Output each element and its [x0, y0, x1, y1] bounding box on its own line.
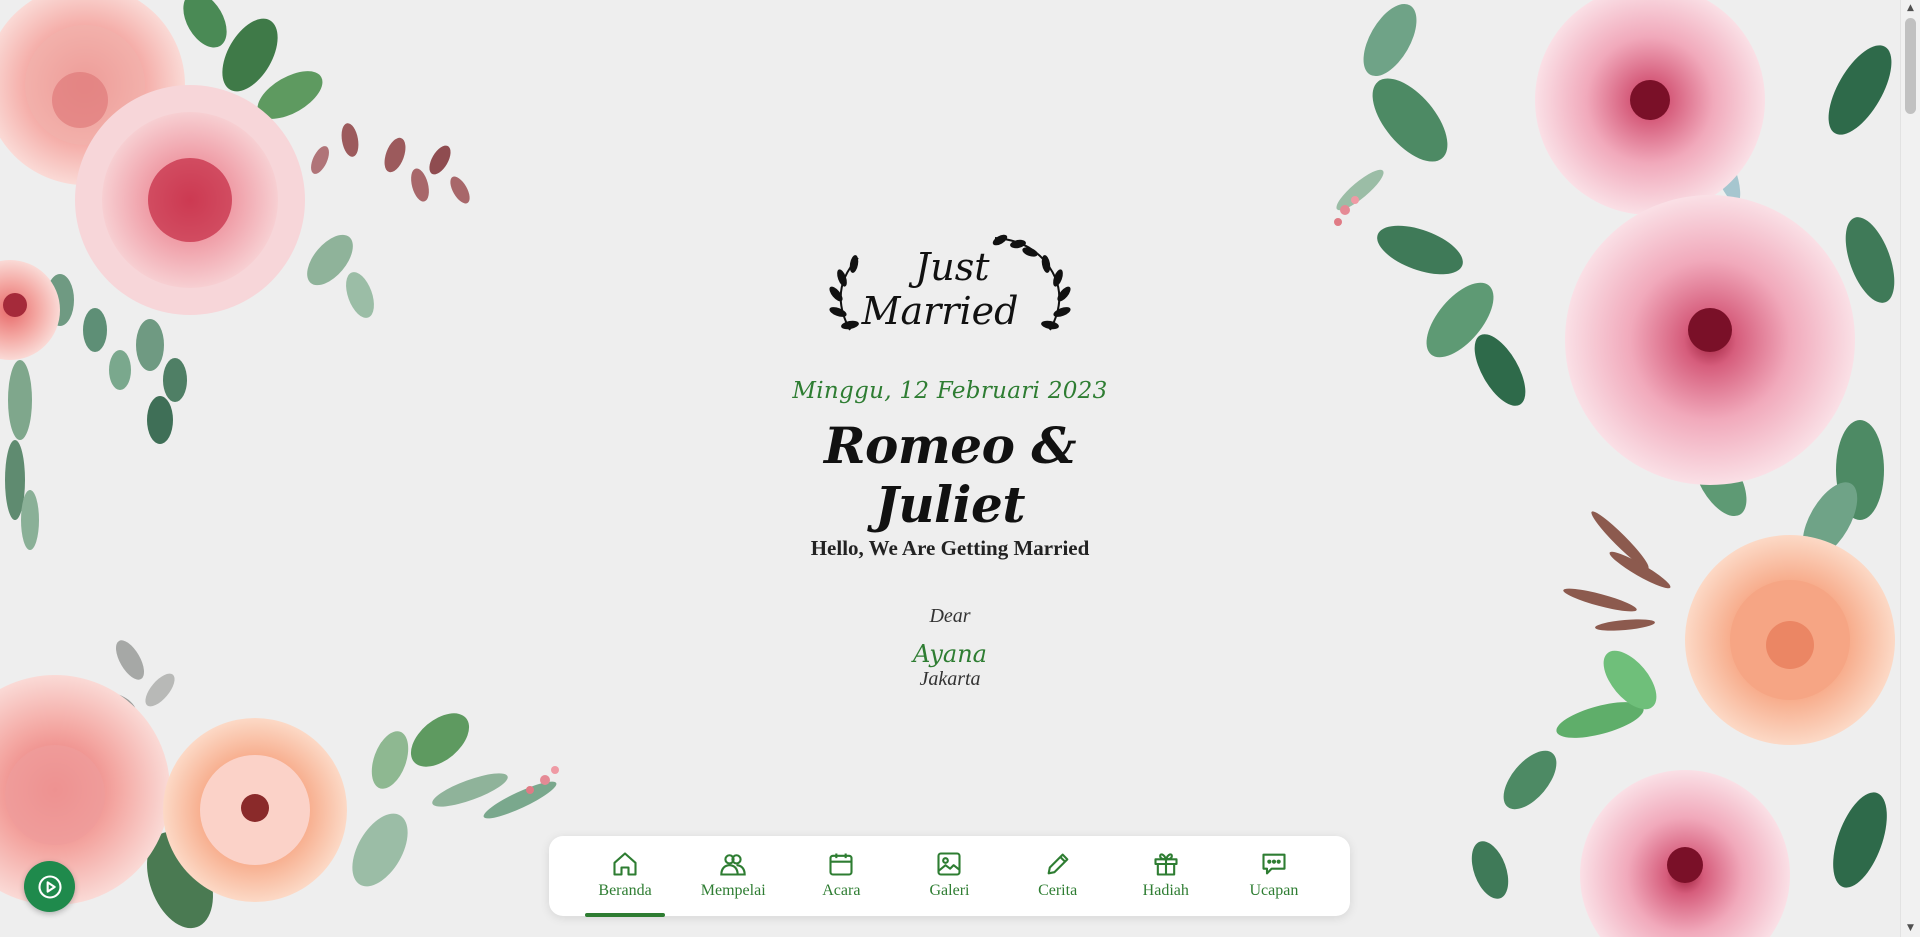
- nav-label: Ucapan: [1249, 882, 1299, 899]
- pencil-icon: [1047, 853, 1069, 875]
- guest-greeting: Dear: [929, 605, 971, 627]
- svg-text:Just: Just: [908, 245, 990, 289]
- nav-item-galeri[interactable]: Galeri: [909, 836, 989, 916]
- image-icon: [937, 852, 962, 876]
- scroll-up-arrow-icon[interactable]: ▲: [1901, 0, 1920, 17]
- guest-name: Ayana: [913, 640, 987, 668]
- nav-label: Beranda: [598, 882, 652, 899]
- couple-names: Romeo & Juliet: [823, 416, 1077, 534]
- tagline: Hello, We Are Getting Married: [810, 536, 1090, 560]
- chat-icon: [1262, 853, 1286, 875]
- nav-item-cerita[interactable]: Cerita: [1018, 836, 1098, 916]
- nav-label: Galeri: [929, 882, 970, 899]
- nav-label: Cerita: [1038, 882, 1078, 899]
- scroll-down-arrow-icon[interactable]: ▼: [1901, 920, 1920, 937]
- guest-city: Jakarta: [919, 668, 981, 690]
- hero-section: Just Married Minggu, 12 Februari 2023 Ro…: [750, 220, 1150, 691]
- couple-icon: [720, 854, 746, 876]
- wedding-date: Minggu, 12 Februari 2023: [792, 378, 1108, 404]
- nav-label: Acara: [822, 882, 861, 899]
- svg-text:Married: Married: [861, 289, 1019, 333]
- nav-label: Hadiah: [1142, 882, 1189, 899]
- nav-label: Mempelai: [700, 882, 766, 899]
- scrollbar-thumb[interactable]: [1905, 18, 1916, 114]
- nav-item-hadiah[interactable]: Hadiah: [1126, 836, 1206, 916]
- calendar-icon: [829, 853, 853, 876]
- home-icon: [613, 852, 637, 876]
- music-toggle-button[interactable]: [24, 861, 75, 912]
- nav-item-acara[interactable]: Acara: [801, 836, 881, 916]
- nav-item-beranda[interactable]: Beranda: [585, 836, 666, 917]
- play-circle-icon: [37, 874, 62, 899]
- nav-item-mempelai[interactable]: Mempelai: [693, 836, 773, 916]
- bottom-nav: Beranda Mempelai Acara Galeri Cerita Had…: [549, 836, 1350, 917]
- gift-icon: [1154, 853, 1178, 876]
- nav-item-ucapan[interactable]: Ucapan: [1234, 836, 1314, 916]
- just-married-logo: Just Married: [829, 234, 1071, 333]
- invitation-page: Just Married Minggu, 12 Februari 2023 Ro…: [0, 0, 1900, 937]
- page-scrollbar[interactable]: ▲ ▼: [1900, 0, 1920, 937]
